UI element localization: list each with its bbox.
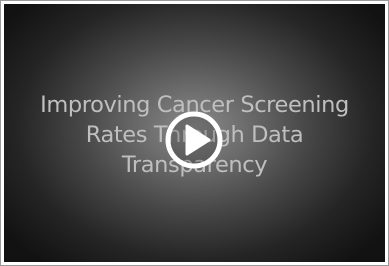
video-frame: Improving Cancer Screening Rates Through… [0,0,389,266]
play-icon [165,111,223,169]
video-player[interactable]: Improving Cancer Screening Rates Through… [4,4,385,262]
play-button[interactable] [164,110,224,170]
